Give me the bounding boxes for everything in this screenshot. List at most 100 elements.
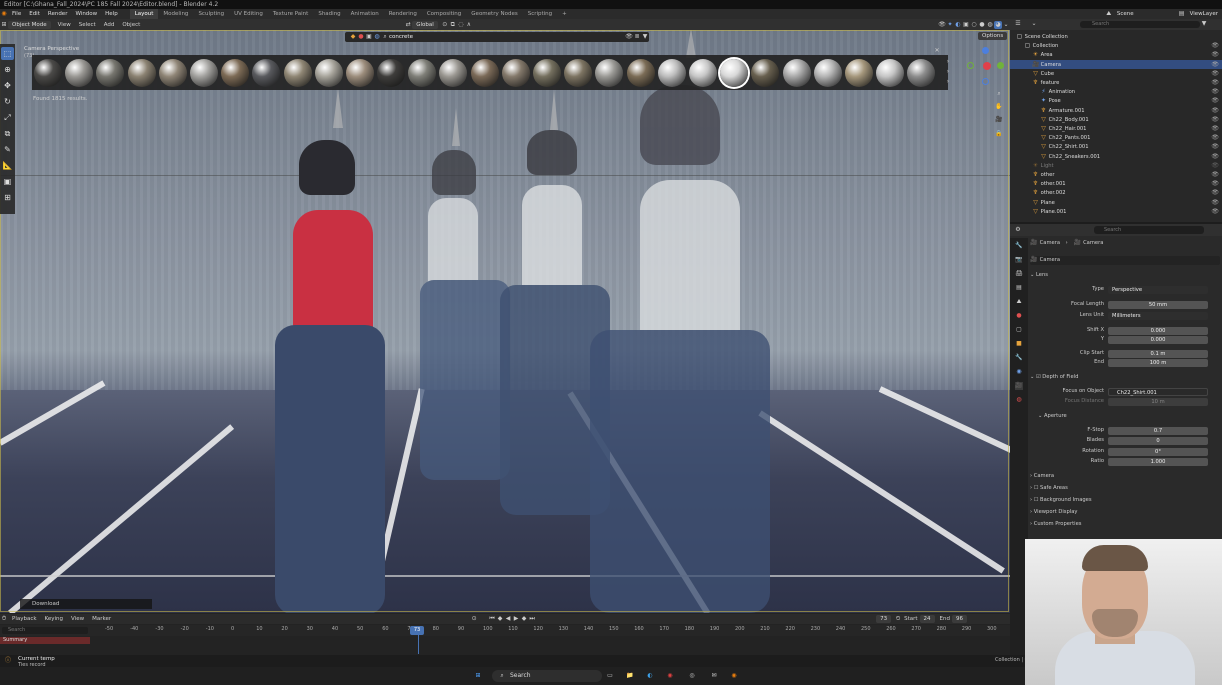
add-workspace-button[interactable]: + — [557, 9, 572, 19]
number-field[interactable]: 50 mm — [1108, 300, 1208, 309]
play-icon[interactable]: ▶ — [512, 615, 520, 623]
outliner-row[interactable]: ♆ other.002 👁 — [1010, 188, 1222, 197]
workspace-tab-compositing[interactable]: Compositing — [422, 9, 466, 19]
visibility-eye-icon[interactable]: 👁 — [1211, 87, 1219, 96]
workspace-tab-uv-editing[interactable]: UV Editing — [229, 9, 268, 19]
visibility-eye-icon[interactable]: 👁 — [1211, 69, 1219, 78]
number-field[interactable]: 1.000 — [1108, 457, 1208, 466]
jump-end-icon[interactable]: ⏭ — [528, 615, 536, 623]
download-badge[interactable]: Download — [20, 599, 152, 609]
solid-shading-icon[interactable]: ● — [978, 21, 986, 29]
collection-tab-icon[interactable]: ▢ — [1015, 326, 1023, 334]
outliner-row[interactable]: ▽ Ch22_Sneakers.001 👁 — [1010, 152, 1222, 161]
workspace-tab-scripting[interactable]: Scripting — [523, 9, 557, 19]
outliner-search-input[interactable]: Search — [1080, 21, 1200, 28]
editor-type-icon[interactable]: ☰ — [1014, 20, 1022, 28]
outliner-row[interactable]: ▢ Scene Collection — [1010, 32, 1222, 41]
outliner-row[interactable]: ▽ Cube 👁 — [1010, 69, 1222, 78]
rendered-shading-icon[interactable]: ◕ — [994, 20, 1002, 29]
outliner-row[interactable]: ✦ Pose 👁 — [1010, 96, 1222, 105]
number-field[interactable]: 0.000 — [1108, 326, 1208, 335]
outliner-row[interactable]: ♆ other.001 👁 — [1010, 179, 1222, 188]
start-menu-icon[interactable]: ⊞ — [474, 672, 482, 680]
mail-icon[interactable]: ✉ — [710, 672, 718, 680]
workspace-tab-texture-paint[interactable]: Texture Paint — [268, 9, 314, 19]
visibility-eye-icon[interactable]: 👁 — [1211, 41, 1219, 50]
viewport-menu-view[interactable]: View — [54, 22, 75, 28]
dropdown-field[interactable]: Millimeters — [1108, 311, 1208, 320]
end-frame-field[interactable]: 96 — [952, 615, 967, 623]
material-thumbnail[interactable] — [96, 58, 125, 87]
summary-row[interactable]: Summary — [0, 637, 90, 644]
workspace-tab-sculpting[interactable]: Sculpting — [193, 9, 229, 19]
aperture-section-header[interactable]: ⌄ Aperture — [1030, 412, 1220, 421]
scale-tool-icon[interactable]: ⤢ — [1, 111, 14, 124]
scene-tab-icon[interactable]: ⛰ — [1015, 298, 1023, 306]
properties-search-input[interactable]: Search — [1094, 226, 1204, 234]
material-thumbnail[interactable] — [720, 58, 749, 87]
play-reverse-icon[interactable]: ◀ — [504, 615, 512, 623]
material-thumbnail[interactable] — [439, 58, 468, 87]
jump-start-icon[interactable]: ⏮ — [488, 615, 496, 623]
material-thumbnail[interactable] — [533, 58, 561, 87]
spot-light-gizmo[interactable] — [686, 30, 696, 58]
visibility-eye-icon[interactable]: 👁 — [1211, 78, 1219, 87]
spot-light-gizmo[interactable] — [550, 90, 558, 130]
scroll-right-icon[interactable]: › — [944, 78, 952, 86]
view-layer-tab-icon[interactable]: ▤ — [1015, 284, 1023, 292]
asset-filter-icon[interactable]: ◆ — [349, 33, 357, 41]
viewport-menu-object[interactable]: Object — [118, 22, 144, 28]
proportional-edit-icon[interactable]: ◌ — [457, 21, 465, 29]
overlay-icon[interactable]: ◐ — [954, 21, 962, 29]
number-field[interactable]: 0 — [1108, 436, 1208, 445]
visibility-eye-icon[interactable]: 👁 — [1211, 96, 1219, 105]
material-thumbnail[interactable] — [283, 58, 312, 87]
material-tab-icon[interactable]: ◍ — [1015, 396, 1023, 404]
editor-type-icon[interactable]: ⏱ — [0, 615, 8, 623]
edge-browser-icon[interactable]: ◐ — [646, 672, 654, 680]
viewport-menu-add[interactable]: Add — [100, 22, 119, 28]
material-thumbnail[interactable] — [252, 58, 281, 87]
world-tab-icon[interactable]: ● — [1015, 312, 1023, 320]
material-thumbnail[interactable] — [189, 58, 218, 87]
camera-data-tab-icon[interactable]: 🎥 — [1015, 382, 1023, 390]
mode-selector[interactable]: Object Mode — [8, 20, 51, 29]
material-thumbnail[interactable] — [907, 58, 936, 87]
list-view-icon[interactable]: ≣ — [633, 33, 641, 41]
material-thumbnail[interactable] — [876, 58, 905, 87]
scene-selector[interactable]: Scene — [1113, 11, 1138, 17]
display-mode-icon[interactable]: ⌄ — [1030, 20, 1038, 28]
dropdown-field[interactable]: Perspective — [1108, 285, 1208, 294]
material-thumbnail[interactable] — [595, 58, 624, 87]
material-thumbnail[interactable] — [470, 58, 499, 87]
outliner-row[interactable]: ⚡ Animation 👁 — [1010, 87, 1222, 96]
select-box-tool-icon[interactable]: ⬚ — [1, 47, 14, 60]
material-thumbnail[interactable] — [221, 58, 250, 87]
orientation-selector[interactable]: Global — [412, 20, 438, 29]
zoom-icon[interactable]: ⌕ — [995, 90, 1003, 98]
visibility-eye-icon[interactable]: 👁 — [1211, 60, 1219, 69]
menu-window[interactable]: Window — [71, 11, 101, 17]
gizmo-icon[interactable]: ✦ — [946, 21, 954, 29]
visibility-eye-icon[interactable]: 👁 — [1211, 152, 1219, 161]
camera-data-name-field[interactable]: 🎥 Camera — [1030, 256, 1220, 265]
visibility-eye-icon[interactable]: 👁 — [1211, 115, 1219, 124]
filter-icon[interactable]: ▼ — [641, 33, 649, 41]
outliner-row[interactable]: ▽ Ch22_Pants.001 👁 — [1010, 133, 1222, 142]
workspace-tab-rendering[interactable]: Rendering — [384, 9, 422, 19]
material-thumbnail[interactable] — [688, 58, 717, 87]
pan-hand-icon[interactable]: ✋ — [995, 103, 1003, 111]
workspace-tab-modeling[interactable]: Modeling — [158, 9, 193, 19]
material-shading-icon[interactable]: ◍ — [986, 21, 994, 29]
world-type-icon[interactable]: ◍ — [373, 33, 381, 41]
move-tool-icon[interactable]: ✥ — [1, 79, 14, 92]
material-thumbnail[interactable] — [782, 58, 811, 87]
workspace-tab-shading[interactable]: Shading — [313, 9, 345, 19]
file-explorer-icon[interactable]: 📁 — [626, 672, 634, 680]
outliner-row[interactable]: ☀ Area 👁 — [1010, 50, 1222, 59]
focus-distance-field[interactable]: 10 m — [1108, 397, 1208, 406]
workspace-tab-animation[interactable]: Animation — [346, 9, 384, 19]
material-thumbnail[interactable] — [844, 58, 873, 87]
modifier-tab-icon[interactable]: 🔧 — [1015, 354, 1023, 362]
outliner-row[interactable]: ▽ Ch22_Hair.001 👁 — [1010, 124, 1222, 133]
